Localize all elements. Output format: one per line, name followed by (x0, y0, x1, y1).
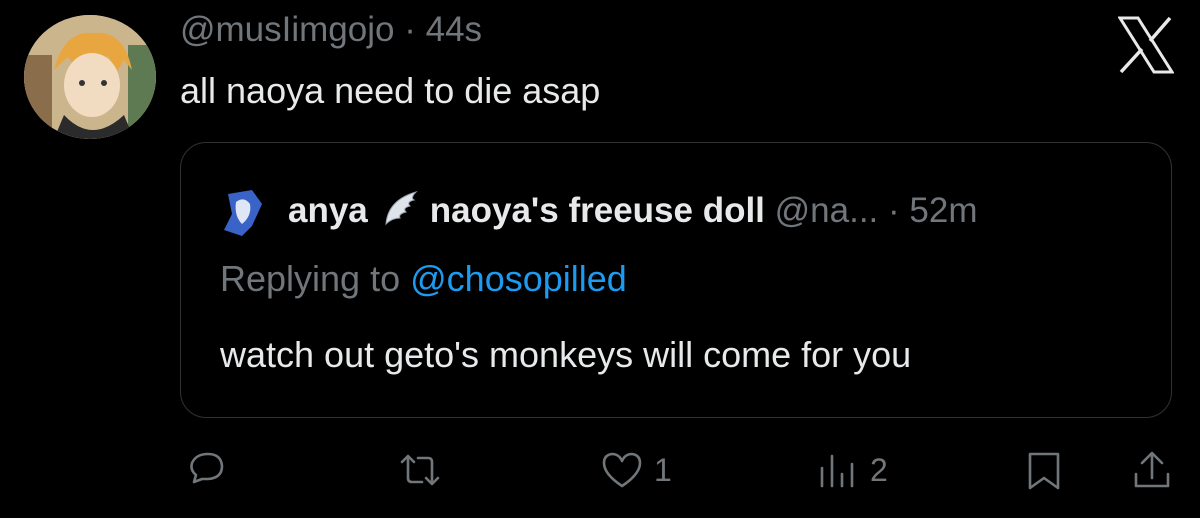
tweet-text: all naoya need to die asap (180, 70, 601, 111)
reply-mention-link[interactable]: @chosopilled (410, 258, 627, 299)
share-button[interactable] (1130, 448, 1174, 492)
like-button[interactable]: 1 (600, 448, 672, 492)
x-logo-icon[interactable] (1117, 16, 1175, 74)
quoted-handle[interactable]: @na... (775, 191, 879, 230)
quoted-name-part2[interactable]: naoya's freeuse doll (430, 191, 765, 230)
user-avatar[interactable] (24, 15, 156, 139)
reply-button[interactable] (184, 448, 228, 492)
angel-wing-icon (380, 188, 422, 230)
quoted-avatar[interactable] (222, 190, 264, 236)
like-count: 1 (654, 451, 672, 488)
retweet-button[interactable] (398, 448, 442, 492)
tweet-time[interactable]: 44s (426, 10, 482, 49)
quoted-time[interactable]: 52m (909, 191, 977, 230)
tweet-handle[interactable]: @musIimgojo (180, 10, 394, 49)
tweet-header: @musIimgojo · 44s (180, 10, 482, 50)
heart-icon (602, 452, 642, 488)
replying-to-line: Replying to @chosopilled (220, 258, 627, 300)
tweet-separator: · (404, 10, 416, 49)
views-count: 2 (870, 451, 888, 488)
comment-icon (190, 452, 224, 484)
quoted-text: watch out geto's monkeys will come for y… (220, 334, 912, 375)
bookmark-icon (1028, 452, 1060, 490)
replying-to-label: Replying to (220, 258, 401, 299)
views-button[interactable]: 2 (816, 448, 888, 492)
bookmark-button[interactable] (1022, 448, 1066, 492)
retweet-icon (400, 454, 440, 486)
quoted-header: anya naoya's freeuse doll @na... · 52m (288, 188, 978, 231)
quoted-separator: · (888, 191, 900, 230)
share-icon (1134, 451, 1170, 488)
views-icon (820, 454, 854, 488)
quoted-name-part1[interactable]: anya (288, 191, 368, 230)
